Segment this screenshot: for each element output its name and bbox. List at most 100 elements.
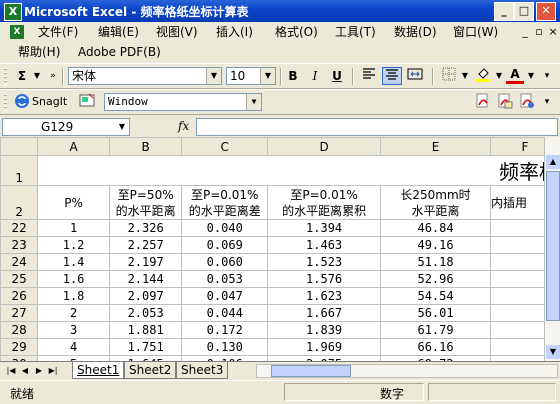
menu-insert[interactable]: 插入(I) xyxy=(216,24,253,40)
underline-button[interactable]: U xyxy=(328,67,346,85)
chevron-down-icon[interactable]: ▼ xyxy=(206,68,221,84)
name-box[interactable]: G129 ▼ xyxy=(2,118,130,136)
cell-c[interactable]: 0.040 xyxy=(181,219,269,237)
column-header-a[interactable]: A xyxy=(37,137,110,156)
pdf-email-icon[interactable] xyxy=(496,93,514,111)
cell-d[interactable]: 1.576 xyxy=(267,270,382,288)
cell-b[interactable]: 1.751 xyxy=(108,338,183,356)
cell-d[interactable]: 1.394 xyxy=(267,219,382,237)
pdf-convert-icon[interactable] xyxy=(474,93,492,111)
doc-close-button[interactable]: × xyxy=(546,25,560,39)
insert-function-icon[interactable]: fx xyxy=(178,119,189,133)
header-cell-d[interactable]: 至P=0.01% 的水平距离累积 xyxy=(267,185,382,220)
snagit-icon[interactable] xyxy=(14,93,30,111)
italic-button[interactable]: I xyxy=(306,67,324,85)
vertical-scrollbar[interactable]: ▲ ▼ xyxy=(544,137,560,361)
first-sheet-icon[interactable]: |◀ xyxy=(4,364,18,378)
cell-c[interactable]: 0.053 xyxy=(181,270,269,288)
excel-app-icon[interactable]: X xyxy=(4,3,22,21)
horizontal-scrollbar[interactable] xyxy=(256,364,558,378)
column-header-c[interactable]: C xyxy=(181,137,269,156)
cell-b[interactable]: 2.097 xyxy=(108,287,183,305)
cell-e[interactable]: 51.18 xyxy=(380,253,491,271)
row-header[interactable]: 23 xyxy=(0,236,39,254)
menu-data[interactable]: 数据(D) xyxy=(394,24,437,40)
cell-e[interactable]: 61.79 xyxy=(380,321,491,339)
font-size-combo[interactable]: 10 ▼ xyxy=(226,67,276,85)
doc-restore-button[interactable]: ▫ xyxy=(532,25,546,39)
cell-e[interactable]: 46.84 xyxy=(380,219,491,237)
menu-file[interactable]: 文件(F) xyxy=(38,24,78,40)
bold-button[interactable]: B xyxy=(284,67,302,85)
cell-c[interactable]: 0.060 xyxy=(181,253,269,271)
workbook-icon[interactable]: X xyxy=(10,25,24,39)
select-all-corner[interactable] xyxy=(0,137,39,156)
scroll-thumb[interactable] xyxy=(546,171,560,321)
cell-b[interactable]: 2.197 xyxy=(108,253,183,271)
scroll-thumb[interactable] xyxy=(271,365,351,377)
menu-view[interactable]: 视图(V) xyxy=(156,24,198,40)
cell-a[interactable]: 1.4 xyxy=(37,253,110,271)
cell-c[interactable]: 0.047 xyxy=(181,287,269,305)
sheet-tab-sheet2[interactable]: Sheet2 xyxy=(124,362,177,379)
column-header-b[interactable]: B xyxy=(108,137,183,156)
toolbar-options-icon[interactable]: ▾ xyxy=(540,67,554,85)
fill-color-dropdown[interactable]: ▼ xyxy=(494,67,504,85)
prev-sheet-icon[interactable]: ◀ xyxy=(18,364,32,378)
minimize-button[interactable]: _ xyxy=(494,2,514,21)
sheet-tab-sheet3[interactable]: Sheet3 xyxy=(176,362,229,379)
align-center-icon[interactable] xyxy=(382,67,402,85)
last-sheet-icon[interactable]: ▶| xyxy=(46,364,60,378)
menu-edit[interactable]: 编辑(E) xyxy=(98,24,139,40)
borders-icon[interactable] xyxy=(440,67,458,85)
toolbar-options-icon[interactable]: ▾ xyxy=(540,93,554,111)
row-header[interactable]: 1 xyxy=(0,155,39,186)
autosum-button[interactable]: Σ xyxy=(14,67,30,85)
autosum-dropdown[interactable]: ▼ xyxy=(32,67,42,85)
doc-minimize-button[interactable]: _ xyxy=(518,25,532,39)
row-header[interactable]: 2 xyxy=(0,185,39,220)
header-cell-c[interactable]: 至P=0.01% 的水平距离差 xyxy=(181,185,269,220)
merge-center-icon[interactable] xyxy=(406,67,424,85)
cell-a[interactable]: 3 xyxy=(37,321,110,339)
cell-c[interactable]: 0.172 xyxy=(181,321,269,339)
column-header-e[interactable]: E xyxy=(380,137,491,156)
row-header[interactable]: 25 xyxy=(0,270,39,288)
menu-tools[interactable]: 工具(T) xyxy=(335,24,376,40)
next-sheet-icon[interactable]: ▶ xyxy=(32,364,46,378)
close-button[interactable]: ✕ xyxy=(536,2,556,21)
row-header[interactable]: 27 xyxy=(0,304,39,322)
menu-adobe-pdf[interactable]: Adobe PDF(B) xyxy=(78,44,161,60)
cell-d[interactable]: 1.523 xyxy=(267,253,382,271)
toolbar-grip[interactable] xyxy=(4,94,7,111)
cell-b[interactable]: 2.326 xyxy=(108,219,183,237)
header-cell-e[interactable]: 长250mm时 水平距离 xyxy=(380,185,491,220)
chevron-down-icon[interactable]: ▼ xyxy=(115,119,129,135)
menu-window[interactable]: 窗口(W) xyxy=(453,24,498,40)
cell-e[interactable]: 56.01 xyxy=(380,304,491,322)
cell-c[interactable]: 0.130 xyxy=(181,338,269,356)
cell-d[interactable]: 1.969 xyxy=(267,338,382,356)
row-header[interactable]: 22 xyxy=(0,219,39,237)
cell-d[interactable]: 1.463 xyxy=(267,236,382,254)
chevron-down-icon[interactable]: ▼ xyxy=(246,94,261,110)
font-name-combo[interactable]: 宋体 ▼ xyxy=(68,67,222,85)
cell-d[interactable]: 1.667 xyxy=(267,304,382,322)
cell-a[interactable]: 1 xyxy=(37,219,110,237)
chevron-down-icon[interactable]: ▼ xyxy=(260,68,275,84)
cell-e[interactable]: 52.96 xyxy=(380,270,491,288)
cell-e[interactable]: 54.54 xyxy=(380,287,491,305)
cell-b[interactable]: 2.257 xyxy=(108,236,183,254)
cell-a[interactable]: 2 xyxy=(37,304,110,322)
fill-color-icon[interactable] xyxy=(474,67,492,85)
snagit-button[interactable]: SnagIt xyxy=(32,93,74,111)
cell-d[interactable]: 1.623 xyxy=(267,287,382,305)
cell-b[interactable]: 1.881 xyxy=(108,321,183,339)
cell-d[interactable]: 1.839 xyxy=(267,321,382,339)
snagit-capture-icon[interactable] xyxy=(78,93,96,111)
cell-a[interactable]: 4 xyxy=(37,338,110,356)
cell-e[interactable]: 49.16 xyxy=(380,236,491,254)
cell-c[interactable]: 0.044 xyxy=(181,304,269,322)
header-cell-b[interactable]: 至P=50% 的水平距离 xyxy=(108,185,183,220)
menu-format[interactable]: 格式(O) xyxy=(275,24,318,40)
